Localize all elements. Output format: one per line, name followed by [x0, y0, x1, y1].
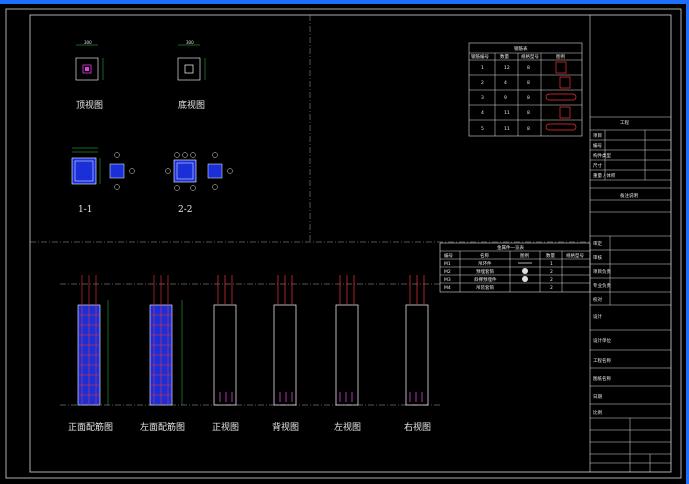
embed-header-4: 规格型号: [566, 252, 584, 259]
embed-cell: M2: [444, 269, 451, 275]
embed-cell: 1: [550, 261, 553, 267]
section-2-2: [165, 152, 233, 191]
rebar-header-0: 钢筋编号: [471, 53, 489, 60]
rebar-cell: 4: [481, 110, 484, 116]
section-1-1-label: 1-1: [78, 205, 93, 215]
rebar-cell: 8: [527, 65, 530, 71]
embed-cell: 斜撑预埋件: [474, 276, 497, 283]
embed-header-1: 名称: [480, 252, 489, 259]
outer-frame: [5, 8, 682, 479]
embed-cell: 吊环件: [478, 260, 492, 267]
section-1-1: [71, 147, 135, 190]
rebar-cell: 11: [504, 110, 510, 116]
bottom-view: 300: [177, 40, 206, 81]
tb-notes-header: 备注说明: [620, 192, 638, 199]
rebar-header-2: 规格型号: [521, 53, 539, 60]
right-view-label: 右视图: [404, 421, 431, 433]
embed-header-2: 图例: [520, 252, 529, 259]
tb-row2: 审核: [593, 254, 602, 261]
rebar-cell: 9: [504, 95, 507, 101]
rebar-cell: 8: [527, 80, 530, 86]
embed-header-0: 编号: [444, 252, 453, 259]
tb-row1: 重量 / 体积: [593, 172, 616, 179]
elevations: [60, 275, 440, 406]
tb-bottom-row: 图纸名称: [593, 375, 611, 382]
rebar-cell: 1: [481, 65, 484, 71]
front-view-label: 正视图: [212, 421, 239, 433]
title-project: 工程: [620, 119, 629, 126]
embed-header-3: 数量: [546, 252, 555, 259]
tb-row2: 专业负责: [593, 282, 611, 289]
tb-bottom-row: 日期: [593, 394, 602, 400]
tb-row2: 设计: [593, 313, 602, 320]
tb-row1: 编号: [593, 142, 602, 149]
embed-cell: M4: [444, 285, 451, 291]
svg-text:300: 300: [84, 40, 92, 45]
top-view-label: 顶视图: [76, 99, 103, 111]
rebar-cell: 4: [504, 80, 507, 86]
left-view-label: 左视图: [334, 421, 361, 433]
cad-drawing: 300 顶视图 300 底视图 1-1 2-2 钢筋表 钢筋编号 数量 规格型号…: [5, 8, 682, 479]
top-view: 300: [75, 40, 104, 81]
tb-row1: 项目: [593, 133, 602, 139]
title-block: [589, 15, 671, 472]
tb-bottom-row: 工程名称: [593, 357, 611, 364]
embed-cell: 预埋套筒: [476, 268, 494, 275]
rebar-cell: 8: [527, 110, 530, 116]
tb-row2: 校对: [593, 296, 602, 303]
tb-row1: 尺寸: [593, 162, 602, 169]
rebar-cell: 3: [481, 95, 484, 101]
rebar-cell: 12: [504, 65, 510, 71]
tb-row1: 构件类型: [593, 152, 611, 159]
front-rebar-label: 正面配筋图: [68, 421, 113, 433]
rebar-cell: 8: [527, 95, 530, 101]
rebar-header-3: 图例: [556, 53, 565, 60]
left-rebar-label: 左面配筋图: [140, 421, 185, 433]
tb-row2: 审定: [593, 240, 602, 247]
rebar-cell: 5: [481, 126, 484, 132]
embed-cell: 2: [550, 285, 553, 291]
tb-design-unit: 设计单位: [593, 337, 611, 344]
embed-table-title: 金属件一览表: [497, 244, 524, 251]
tb-bottom-row: 比例: [593, 409, 602, 416]
rebar-cell: 8: [527, 126, 530, 132]
embed-cell: 吊装套筒: [476, 284, 494, 291]
embed-cell: 2: [550, 269, 553, 275]
embed-cell: M3: [444, 277, 451, 283]
rebar-cell: 11: [504, 126, 510, 132]
back-view-label: 背视图: [272, 421, 299, 433]
inner-frame: [29, 14, 672, 473]
section-2-2-label: 2-2: [178, 205, 193, 215]
embed-cell: M1: [444, 261, 451, 267]
rebar-header-1: 数量: [500, 53, 509, 60]
rebar-cell: 2: [481, 80, 484, 86]
tb-row2: 项目负责: [593, 268, 611, 275]
rebar-table-title: 钢筋表: [514, 45, 528, 52]
embed-cell: 2: [550, 277, 553, 283]
bottom-view-label: 底视图: [178, 99, 205, 111]
svg-text:300: 300: [186, 40, 194, 45]
